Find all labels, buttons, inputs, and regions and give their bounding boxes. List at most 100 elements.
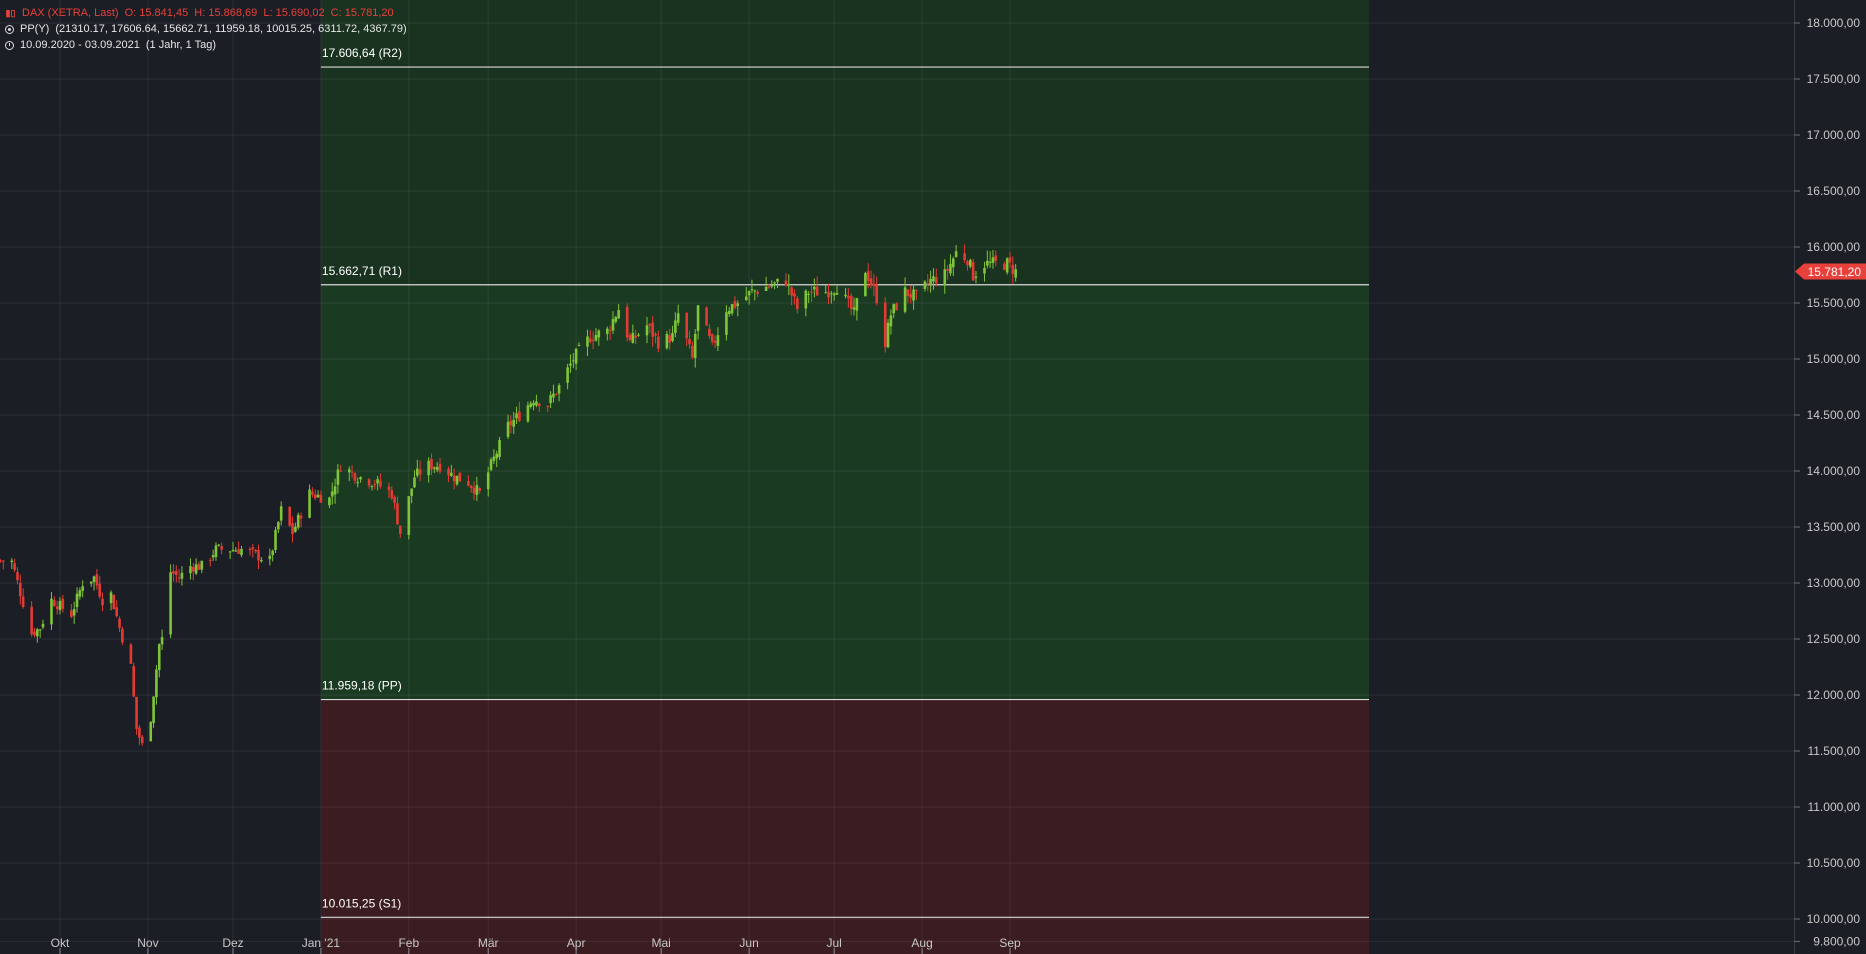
candle-body: [986, 260, 989, 266]
candlestick-icon[interactable]: ▮▯: [5, 8, 16, 19]
candle-body: [685, 313, 689, 339]
candle: [971, 258, 975, 282]
candle-body: [248, 549, 252, 551]
candle-body: [804, 290, 808, 309]
candle-body: [832, 293, 836, 296]
candle-body: [373, 484, 377, 486]
candle-body: [883, 302, 887, 347]
candle-body: [506, 421, 510, 437]
x-tick-label: Mai: [652, 936, 671, 950]
candle-body: [770, 285, 774, 287]
candle-body: [665, 333, 669, 349]
candle-body: [617, 310, 620, 319]
candle-body: [438, 463, 442, 472]
candle-body: [13, 563, 16, 571]
candle-body: [140, 736, 144, 744]
candle-body: [489, 459, 493, 470]
instrument-title[interactable]: DAX (XETRA, Last): [22, 5, 119, 21]
candle-body: [912, 289, 915, 301]
candle-body: [16, 572, 19, 581]
candle-body: [557, 385, 561, 394]
price-tag-label: 15.781,20: [1808, 265, 1862, 279]
candle-body: [78, 590, 82, 597]
candle-body: [200, 560, 204, 570]
y-tick-label: 9.800,00: [1813, 934, 1860, 948]
candle-body: [776, 278, 779, 282]
date-range[interactable]: 10.09.2020 - 03.09.2021: [20, 37, 140, 53]
candle-body: [356, 482, 360, 484]
candle-body: [744, 296, 748, 300]
candle-body: [532, 402, 535, 406]
candle-body: [750, 289, 754, 291]
candle-body: [512, 419, 516, 427]
candle-body: [135, 696, 138, 729]
candle: [705, 306, 708, 326]
candle-body: [359, 477, 362, 480]
candle-body: [849, 295, 853, 310]
indicator-name[interactable]: PP(Y): [20, 21, 49, 37]
candle-body: [994, 255, 998, 261]
candle-body: [929, 278, 932, 286]
candle-body: [228, 551, 232, 553]
candle: [883, 297, 887, 353]
candle-body: [872, 283, 876, 287]
candle-body: [864, 272, 867, 297]
candle-body: [710, 334, 714, 342]
y-tick-label: 16.500,00: [1807, 184, 1861, 198]
candle: [895, 302, 898, 311]
candle-body: [260, 559, 263, 562]
candle-body: [274, 529, 277, 551]
candle-body: [191, 566, 195, 572]
candle-body: [634, 335, 637, 338]
candle-body: [577, 345, 581, 347]
candle: [112, 594, 116, 610]
candle-body: [299, 515, 303, 519]
candle-body: [101, 598, 104, 606]
candle: [274, 526, 277, 554]
candle-body: [294, 526, 297, 532]
pivot-label: 15.662,71 (R1): [322, 264, 402, 278]
candle-body: [934, 277, 938, 284]
candle-body: [614, 317, 618, 322]
candle-body: [418, 469, 422, 475]
y-tick-label: 10.000,00: [1807, 912, 1861, 926]
indicator-icon[interactable]: [5, 24, 14, 34]
y-tick-label: 12.000,00: [1807, 688, 1861, 702]
candle-body: [847, 295, 850, 299]
candle-body: [214, 545, 218, 557]
candle: [625, 303, 629, 342]
candle-body: [390, 490, 394, 499]
candle-body: [824, 292, 827, 294]
candle-body: [796, 298, 799, 310]
candle: [458, 472, 462, 482]
candle-body: [379, 480, 382, 487]
clock-icon[interactable]: [5, 40, 14, 50]
candle-body: [350, 471, 354, 473]
candle-body: [75, 593, 79, 608]
candle: [498, 437, 501, 460]
candle-body: [211, 555, 215, 558]
candle-body: [844, 294, 847, 297]
candle-body: [115, 607, 119, 617]
candle-body: [452, 475, 456, 482]
candle-body: [472, 487, 476, 494]
candle-body: [674, 320, 677, 333]
candle-body: [353, 473, 357, 481]
candle-body: [693, 333, 697, 358]
zone-r1-r2: [320, 0, 1369, 285]
price-chart[interactable]: 17.606,64 (R2)15.662,71 (R1)11.959,18 (P…: [0, 0, 1866, 954]
candle-body: [10, 560, 14, 563]
candle-body: [951, 258, 955, 268]
candle-body: [628, 334, 632, 341]
candle-body: [591, 339, 595, 341]
candle-body: [231, 549, 235, 552]
candle-body: [949, 263, 952, 274]
candle-body: [875, 284, 879, 304]
candle-body: [313, 494, 317, 499]
candle-body: [974, 276, 978, 278]
candle-body: [194, 564, 198, 574]
candle-body: [725, 312, 728, 335]
candle-body: [518, 411, 521, 421]
candle: [129, 643, 133, 664]
candle-body: [53, 600, 56, 607]
